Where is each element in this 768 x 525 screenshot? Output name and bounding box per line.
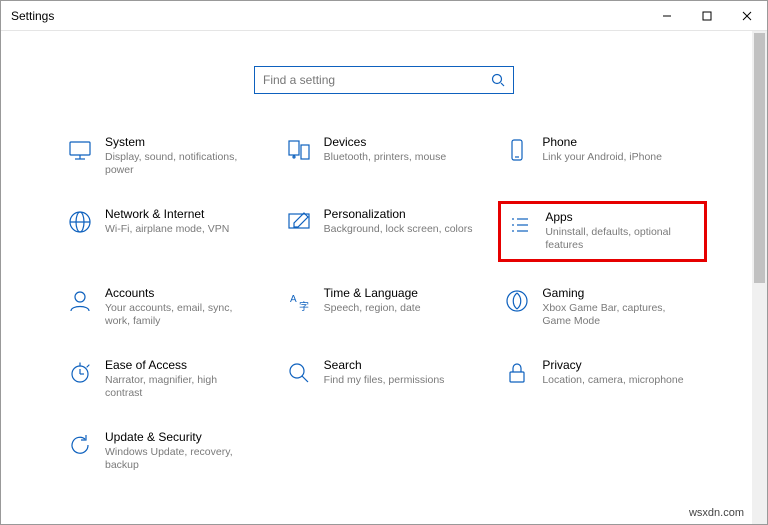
search-icon <box>491 73 505 87</box>
tile-desc: Background, lock screen, colors <box>324 223 473 236</box>
accounts-icon <box>65 286 95 316</box>
tile-desc: Bluetooth, printers, mouse <box>324 151 447 164</box>
tile-title: Search <box>324 358 445 372</box>
tile-desc: Link your Android, iPhone <box>542 151 662 164</box>
tile-desc: Narrator, magnifier, high contrast <box>105 374 255 400</box>
tile-phone[interactable]: Phone Link your Android, iPhone <box>498 129 707 183</box>
apps-icon <box>505 210 535 240</box>
close-icon <box>742 11 752 21</box>
devices-icon <box>284 135 314 165</box>
tile-title: Ease of Access <box>105 358 255 372</box>
tile-desc: Your accounts, email, sync, work, family <box>105 302 255 328</box>
tile-title: Update & Security <box>105 430 255 444</box>
tile-title: Personalization <box>324 207 473 221</box>
tile-title: Accounts <box>105 286 255 300</box>
update-icon <box>65 430 95 460</box>
phone-icon <box>502 135 532 165</box>
tile-personalization[interactable]: Personalization Background, lock screen,… <box>280 201 489 261</box>
svg-text:字: 字 <box>299 300 309 313</box>
settings-window: Settings <box>0 0 768 525</box>
scrollbar-thumb[interactable] <box>754 33 765 283</box>
tile-devices[interactable]: Devices Bluetooth, printers, mouse <box>280 129 489 183</box>
tile-accounts[interactable]: Accounts Your accounts, email, sync, wor… <box>61 280 270 334</box>
watermark: wsxdn.com <box>689 507 744 519</box>
tile-privacy[interactable]: Privacy Location, camera, microphone <box>498 352 707 406</box>
search-input[interactable] <box>263 73 491 87</box>
minimize-button[interactable] <box>647 1 687 31</box>
privacy-icon <box>502 358 532 388</box>
tile-apps[interactable]: Apps Uninstall, defaults, optional featu… <box>498 201 707 261</box>
tile-system[interactable]: System Display, sound, notifications, po… <box>61 129 270 183</box>
tile-desc: Display, sound, notifications, power <box>105 151 255 177</box>
tile-title: Devices <box>324 135 447 149</box>
maximize-icon <box>702 11 712 21</box>
maximize-button[interactable] <box>687 1 727 31</box>
tile-title: Apps <box>545 210 695 224</box>
scrollbar[interactable] <box>752 31 767 524</box>
network-icon <box>65 207 95 237</box>
tile-desc: Wi-Fi, airplane mode, VPN <box>105 223 229 236</box>
tile-desc: Location, camera, microphone <box>542 374 683 387</box>
tile-title: Privacy <box>542 358 683 372</box>
tile-desc: Find my files, permissions <box>324 374 445 387</box>
personalization-icon <box>284 207 314 237</box>
window-controls <box>647 1 767 31</box>
search-cat-icon <box>284 358 314 388</box>
tile-title: Time & Language <box>324 286 421 300</box>
time-language-icon: A字 <box>284 286 314 316</box>
tile-network[interactable]: Network & Internet Wi-Fi, airplane mode,… <box>61 201 270 261</box>
tile-time-language[interactable]: A字 Time & Language Speech, region, date <box>280 280 489 334</box>
settings-grid: System Display, sound, notifications, po… <box>61 129 707 478</box>
tile-desc: Uninstall, defaults, optional features <box>545 226 695 252</box>
system-icon <box>65 135 95 165</box>
tile-title: Network & Internet <box>105 207 229 221</box>
content-area: System Display, sound, notifications, po… <box>1 31 767 524</box>
tile-update-security[interactable]: Update & Security Windows Update, recove… <box>61 424 270 478</box>
titlebar: Settings <box>1 1 767 31</box>
window-title: Settings <box>1 9 54 23</box>
tile-desc: Windows Update, recovery, backup <box>105 446 255 472</box>
svg-text:A: A <box>290 294 297 305</box>
tile-search[interactable]: Search Find my files, permissions <box>280 352 489 406</box>
tile-gaming[interactable]: Gaming Xbox Game Bar, captures, Game Mod… <box>498 280 707 334</box>
tile-title: System <box>105 135 255 149</box>
minimize-icon <box>662 11 672 21</box>
tile-title: Phone <box>542 135 662 149</box>
tile-title: Gaming <box>542 286 692 300</box>
tile-desc: Speech, region, date <box>324 302 421 315</box>
tile-ease-of-access[interactable]: Ease of Access Narrator, magnifier, high… <box>61 352 270 406</box>
search-row <box>61 66 707 94</box>
tile-desc: Xbox Game Bar, captures, Game Mode <box>542 302 692 328</box>
ease-of-access-icon <box>65 358 95 388</box>
search-box[interactable] <box>254 66 514 94</box>
close-button[interactable] <box>727 1 767 31</box>
gaming-icon <box>502 286 532 316</box>
